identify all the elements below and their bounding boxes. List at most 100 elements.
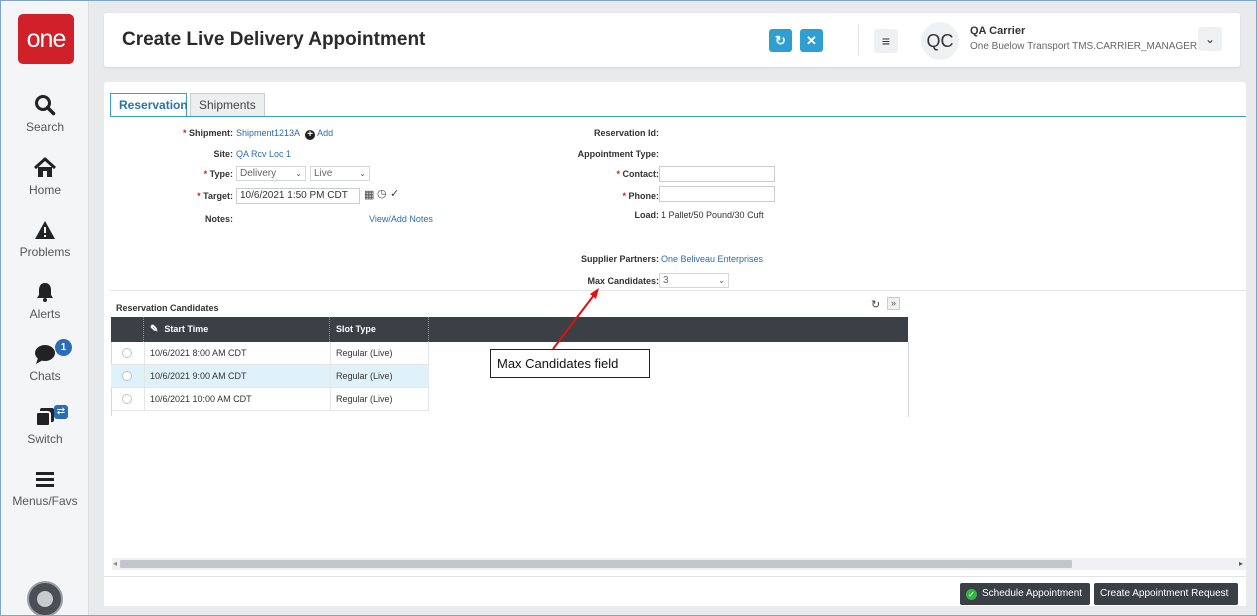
table-row[interactable]: 10/6/2021 8:00 AM CDT Regular (Live) [111,342,429,365]
start-time-cell: 10/6/2021 8:00 AM CDT [144,342,330,364]
type-select-value: Delivery [240,168,277,179]
clear-brush-icon[interactable]: ✓ [390,187,399,200]
user-name: QA Carrier [970,25,1026,37]
expand-double-chevron-icon[interactable]: » [887,297,900,310]
candidates-grid-header: ✎ Start Time Slot Type [111,317,908,342]
shipment-field: Shipment1213A + Add [236,128,333,140]
select-column-header [111,317,144,342]
sidebar-item-label: Switch [27,432,63,446]
clock-icon[interactable]: ◷ [377,187,387,200]
warning-icon [1,219,89,243]
reservation-id-label: Reservation Id: [593,128,659,138]
app-logo[interactable]: one [18,14,74,64]
column-header-slot-type[interactable]: Slot Type [330,317,429,342]
type-select[interactable]: Delivery ⌄ [236,166,306,181]
contact-input[interactable] [659,166,775,182]
menu-icon [1,468,89,492]
chevron-down-icon: ⌄ [295,169,302,178]
sidebar-item-label: Problems [19,245,71,259]
close-icon: ✕ [806,33,817,48]
plus-circle-icon[interactable]: + [305,130,316,140]
calendar-icon[interactable]: ▦ [364,188,374,201]
table-row[interactable]: 10/6/2021 10:00 AM CDT Regular (Live) [111,388,429,411]
shipment-link[interactable]: Shipment1213A [236,128,300,138]
site-label: Site: [213,149,233,159]
sidebar: one Search Home Problems Alerts 1 Chats [1,1,89,616]
start-time-cell: 10/6/2021 9:00 AM CDT [144,365,330,387]
home-icon [1,157,89,181]
shipment-label: * Shipment: [182,128,233,138]
horizontal-scrollbar[interactable]: ◂ ▸ [112,558,1246,570]
max-candidates-value: 3 [663,275,669,286]
tab-shipments[interactable]: Shipments [190,93,265,117]
sidebar-item-label: Home [28,183,61,197]
candidates-grid-title: Reservation Candidates [116,303,219,313]
sidebar-item-menus-favs[interactable]: Menus/Favs [1,468,89,508]
supplier-partner-link[interactable]: One Beliveau Enterprises [661,254,763,264]
schedule-appointment-button[interactable]: ✓ Schedule Appointment [960,583,1090,605]
phone-label: * Phone: [622,191,659,201]
sidebar-item-label: Search [25,120,65,134]
close-button[interactable]: ✕ [800,29,823,52]
page-header: Create Live Delivery Appointment ↻ ✕ ≡ Q… [104,13,1240,67]
create-appointment-request-button[interactable]: Create Appointment Request [1094,583,1238,605]
user-avatar-icon[interactable] [27,581,63,616]
scroll-right-arrow-icon[interactable]: ▸ [1239,558,1243,570]
row-radio[interactable] [122,371,132,381]
main-content: Reservation Shipments * Shipment: Shipme… [104,82,1246,604]
phone-input[interactable] [659,186,775,202]
site-link[interactable]: QA Rcv Loc 1 [236,149,291,159]
column-header-label: Start Time [164,324,209,334]
chevron-down-icon: ⌄ [359,169,366,178]
contact-label: * Contact: [616,169,659,179]
slot-type-cell: Regular (Live) [330,388,429,410]
load-value: 1 Pallet/50 Pound/30 Cuft [661,210,764,220]
chevron-down-icon: ⌄ [1204,32,1216,46]
slot-type-cell: Regular (Live) [330,365,429,387]
appointment-type-label: Appointment Type: [577,149,659,159]
footer-bar: ✓ Schedule Appointment Create Appointment… [104,576,1246,606]
scroll-left-arrow-icon[interactable]: ◂ [113,558,117,570]
chevron-down-icon: ⌄ [718,276,725,285]
bell-icon [1,281,89,305]
row-radio[interactable] [122,394,132,404]
tab-underline [110,116,1246,117]
sidebar-item-switch[interactable]: ⇄ Switch [1,405,89,446]
target-input[interactable]: 10/6/2021 1:50 PM CDT [236,188,360,204]
table-row[interactable]: 10/6/2021 9:00 AM CDT Regular (Live) [111,365,429,388]
check-circle-icon: ✓ [966,589,977,600]
row-radio[interactable] [122,348,132,358]
sidebar-item-problems[interactable]: Problems [1,219,89,259]
sidebar-item-search[interactable]: Search [1,94,89,134]
sidebar-item-label: Menus/Favs [12,494,78,508]
sidebar-item-alerts[interactable]: Alerts [1,281,89,321]
user-role: One Buelow Transport TMS.CARRIER_MANAGER [970,41,1198,52]
page-title: Create Live Delivery Appointment [122,29,426,50]
chat-count-badge: 1 [55,339,72,356]
section-divider [110,290,1246,291]
type-label: * Type: [203,169,233,179]
max-candidates-select[interactable]: 3 ⌄ [659,273,729,288]
refresh-icon: ↻ [775,33,786,48]
user-menu-button[interactable]: ⌄ [1198,27,1222,51]
page-menu-button[interactable]: ≡ [874,29,898,53]
slot-type-cell: Regular (Live) [330,342,429,364]
column-header-start-time[interactable]: ✎ Start Time [144,317,330,342]
mode-select[interactable]: Live ⌄ [310,166,370,181]
add-shipment-link[interactable]: Add [317,128,333,138]
max-candidates-label: Max Candidates: [587,276,659,286]
view-add-notes-link[interactable]: View/Add Notes [369,214,433,224]
chat-icon [1,343,89,367]
sidebar-item-label: Alerts [29,307,61,321]
mode-select-value: Live [314,168,333,179]
tab-reservation[interactable]: Reservation [110,93,188,117]
refresh-button[interactable]: ↻ [769,29,792,52]
scrollbar-thumb[interactable] [120,560,1072,568]
grid-refresh-icon[interactable]: ↻ [871,298,880,311]
header-divider [858,25,859,55]
sidebar-item-chats[interactable]: 1 Chats [1,339,89,383]
edit-icon: ✎ [150,324,159,335]
button-label: Schedule Appointment [982,588,1083,599]
user-initials-avatar[interactable]: QC [921,22,959,60]
sidebar-item-home[interactable]: Home [1,157,89,197]
